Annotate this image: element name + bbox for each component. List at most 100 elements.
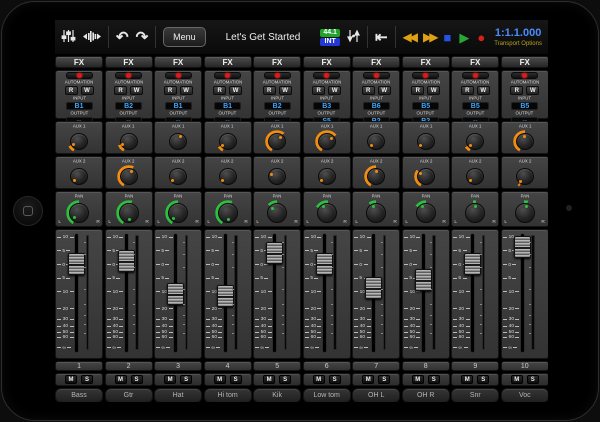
input-value-button[interactable]: B6 [363,102,390,110]
input-value-button[interactable]: B5 [511,102,538,110]
aux1-section-knob[interactable] [414,130,438,153]
fader-cap[interactable] [415,269,432,291]
return-to-start-button[interactable]: ⇤ [375,30,388,45]
pan-section-knob[interactable] [264,200,290,226]
aux2-section-knob[interactable] [513,165,537,188]
channel-name-button[interactable]: Hi tom [204,388,252,402]
home-button[interactable] [13,196,43,226]
transport-options-label[interactable]: Transport Options [494,41,542,47]
record-arm-button[interactable] [313,72,340,79]
channel-name-button[interactable]: Hat [154,388,202,402]
solo-button[interactable]: S [477,375,489,384]
channel-name-button[interactable]: Low tom [303,388,351,402]
record-arm-button[interactable] [264,72,291,79]
fx-button[interactable]: FX [303,56,351,68]
automation-read-button[interactable]: R [114,86,127,95]
automation-write-button[interactable]: W [378,86,391,95]
fx-button[interactable]: FX [402,56,450,68]
channel-name-button[interactable]: Kik [253,388,301,402]
record-arm-button[interactable] [412,72,439,79]
automation-read-button[interactable]: R [461,86,474,95]
mute-button[interactable]: M [412,375,424,384]
automation-read-button[interactable]: R [213,86,226,95]
pan-section-knob[interactable] [512,200,538,226]
input-value-button[interactable]: B2 [264,102,291,110]
fader-cap[interactable] [217,285,234,307]
input-value-button[interactable]: B5 [462,102,489,110]
aux2-section-knob[interactable] [364,165,388,188]
pan-section-knob[interactable] [165,200,191,226]
automation-read-button[interactable]: R [263,86,276,95]
mute-button[interactable]: M [461,375,473,384]
automation-read-button[interactable]: R [362,86,375,95]
aux1-section-knob[interactable] [67,130,91,153]
channel-name-button[interactable]: Gtr [105,388,153,402]
aux1-section-knob[interactable] [117,130,141,153]
input-value-button[interactable]: B2 [115,102,142,110]
record-arm-button[interactable] [214,72,241,79]
automation-write-button[interactable]: W [180,86,193,95]
channel-name-button[interactable]: OH L [352,388,400,402]
fx-button[interactable]: FX [204,56,252,68]
fx-button[interactable]: FX [105,56,153,68]
channel-name-button[interactable]: OH R [402,388,450,402]
fx-button[interactable]: FX [253,56,301,68]
aux1-section-knob[interactable] [463,130,487,153]
pan-section-knob[interactable] [363,200,389,226]
input-value-button[interactable]: B1 [165,102,192,110]
fader-cap[interactable] [514,236,531,258]
aux1-section-knob[interactable] [315,130,339,153]
aux1-section-knob[interactable] [364,130,388,153]
aux2-section-knob[interactable] [414,165,438,188]
play-button[interactable]: ▶ [459,31,469,44]
fx-button[interactable]: FX [55,56,103,68]
aux2-section-knob[interactable] [117,165,141,188]
aux2-section-knob[interactable] [216,165,240,188]
solo-button[interactable]: S [131,375,143,384]
mute-button[interactable]: M [362,375,374,384]
solo-button[interactable]: S [527,375,539,384]
automation-write-button[interactable]: W [477,86,490,95]
aux2-section-knob[interactable] [463,165,487,188]
record-arm-button[interactable] [511,72,538,79]
pan-section-knob[interactable] [462,200,488,226]
channel-name-button[interactable]: Snr [451,388,499,402]
automation-write-button[interactable]: W [427,86,440,95]
mute-button[interactable]: M [511,375,523,384]
fader-cap[interactable] [266,242,283,264]
input-value-button[interactable]: B1 [214,102,241,110]
fx-button[interactable]: FX [451,56,499,68]
record-arm-button[interactable] [363,72,390,79]
pan-section-knob[interactable] [66,200,92,226]
fader-cap[interactable] [68,253,85,275]
automation-write-button[interactable]: W [81,86,94,95]
record-arm-button[interactable] [115,72,142,79]
mute-button[interactable]: M [164,375,176,384]
aux2-section-knob[interactable] [166,165,190,188]
input-value-button[interactable]: B5 [412,102,439,110]
automation-read-button[interactable]: R [312,86,325,95]
mute-button[interactable]: M [115,375,127,384]
edit-view-icon[interactable] [83,30,101,45]
fader-cap[interactable] [464,253,481,275]
fader-cap[interactable] [118,250,135,272]
solo-button[interactable]: S [180,375,192,384]
pan-section-knob[interactable] [215,200,241,226]
pan-section-knob[interactable] [116,200,142,226]
fader-cap[interactable] [167,283,184,305]
stop-button[interactable]: ■ [443,31,451,44]
automation-read-button[interactable]: R [164,86,177,95]
fx-button[interactable]: FX [501,56,548,68]
mute-button[interactable]: M [65,375,77,384]
automation-write-button[interactable]: W [526,86,539,95]
time-display-group[interactable]: 1:1.1.000 Transport Options [494,28,542,47]
aux2-section-knob[interactable] [315,165,339,188]
fx-button[interactable]: FX [154,56,202,68]
solo-button[interactable]: S [279,375,291,384]
fast-forward-button[interactable]: ▶▶ [423,31,435,43]
menu-button[interactable]: Menu [163,27,206,47]
automation-read-button[interactable]: R [411,86,424,95]
record-arm-button[interactable] [66,72,93,79]
record-button[interactable]: ● [477,31,485,44]
aux1-section-knob[interactable] [166,130,190,153]
